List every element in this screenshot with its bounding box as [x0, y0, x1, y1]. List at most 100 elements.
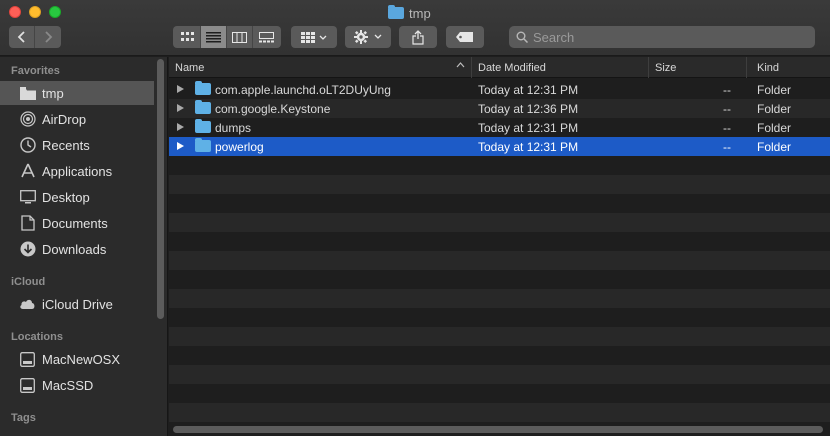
window-title: tmp	[388, 5, 431, 21]
file-kind: Folder	[757, 101, 792, 116]
disk-icon	[19, 351, 36, 368]
clock-icon	[19, 137, 36, 154]
sidebar-section-favorites: Favorites	[11, 65, 60, 77]
sidebar-item-downloads[interactable]: Downloads	[0, 237, 154, 261]
table-row[interactable]: com.google.Keystone Today at 12:36 PM --…	[169, 99, 830, 118]
column-size-label: Size	[655, 61, 677, 74]
sidebar-item-label: MacSSD	[42, 377, 94, 393]
empty-row	[169, 175, 830, 194]
empty-row	[169, 327, 830, 346]
sidebar-section-locations: Locations	[11, 331, 63, 343]
column-header-kind[interactable]: Kind	[747, 57, 830, 78]
empty-row	[169, 156, 830, 175]
column-kind-label: Kind	[757, 61, 780, 74]
file-name: com.google.Keystone	[215, 101, 331, 116]
sidebar-item-desktop[interactable]: Desktop	[0, 185, 154, 209]
sidebar-item-applications[interactable]: Applications	[0, 159, 154, 183]
action-menu-button[interactable]	[345, 26, 391, 48]
empty-row	[169, 213, 830, 232]
forward-button[interactable]	[35, 26, 61, 48]
folder-icon	[195, 138, 211, 152]
search-input[interactable]	[533, 29, 803, 45]
search-icon	[516, 31, 528, 43]
file-date: Today at 12:36 PM	[478, 101, 579, 116]
document-icon	[19, 215, 36, 232]
sidebar-item-label: Downloads	[42, 241, 107, 257]
folder-icon	[19, 85, 36, 102]
table-row[interactable]: com.apple.launchd.oLT2DUyUng Today at 12…	[169, 80, 830, 99]
list-view-icon	[206, 31, 221, 42]
file-date: Today at 12:31 PM	[478, 120, 579, 135]
horizontal-scrollbar[interactable]	[173, 426, 823, 433]
sidebar-item-label: Applications	[42, 163, 113, 179]
sidebar-item-airdrop[interactable]: AirDrop	[0, 107, 154, 131]
disclosure-triangle-icon[interactable]	[177, 142, 184, 150]
view-mode-control	[173, 26, 281, 48]
sidebar-item-tmp[interactable]: tmp	[0, 81, 154, 105]
column-header-name[interactable]: Name	[169, 57, 472, 78]
sidebar-item-label: iCloud Drive	[42, 296, 113, 312]
close-button[interactable]	[9, 6, 21, 18]
sidebar-scrollbar[interactable]	[157, 59, 164, 319]
file-kind: Folder	[757, 120, 792, 135]
file-date: Today at 12:31 PM	[478, 82, 579, 97]
column-view-button[interactable]	[227, 26, 253, 48]
search-field[interactable]	[509, 26, 815, 48]
edit-tags-button[interactable]	[446, 26, 484, 48]
icon-view-button[interactable]	[175, 26, 201, 48]
sidebar-item-label: Recents	[42, 137, 90, 153]
sidebar-section-tags: Tags	[11, 412, 36, 424]
zoom-button[interactable]	[49, 6, 61, 18]
empty-row	[169, 289, 830, 308]
disclosure-triangle-icon[interactable]	[177, 85, 184, 93]
sort-ascending-icon	[456, 62, 465, 68]
file-rows: com.apple.launchd.oLT2DUyUng Today at 12…	[169, 80, 830, 422]
disk-icon	[19, 377, 36, 394]
disclosure-triangle-icon[interactable]	[177, 123, 184, 131]
sidebar-item-macssd[interactable]: MacSSD	[0, 373, 154, 397]
table-row[interactable]: dumps Today at 12:31 PM -- Folder	[169, 118, 830, 137]
file-name: dumps	[215, 120, 252, 135]
column-name-label: Name	[175, 61, 205, 74]
disclosure-triangle-icon[interactable]	[177, 104, 184, 112]
chevron-left-icon	[17, 31, 25, 43]
file-list: Name Date Modified Size Kind com.apple.l…	[169, 57, 830, 436]
empty-row	[169, 403, 830, 422]
empty-row	[169, 232, 830, 251]
file-name: powerlog	[215, 139, 264, 154]
icon-view-icon	[180, 31, 194, 41]
minimize-button[interactable]	[29, 6, 41, 18]
sidebar-item-recents[interactable]: Recents	[0, 133, 154, 157]
tag-icon	[456, 32, 473, 42]
sidebar-item-documents[interactable]: Documents	[0, 211, 154, 235]
sidebar-item-label: tmp	[42, 85, 64, 101]
empty-row	[169, 270, 830, 289]
back-button[interactable]	[9, 26, 35, 48]
list-view-button[interactable]	[201, 26, 227, 48]
back-forward-control	[9, 26, 61, 48]
share-button[interactable]	[399, 26, 437, 48]
table-row-selected[interactable]: powerlog Today at 12:31 PM -- Folder	[169, 137, 830, 156]
empty-row	[169, 384, 830, 403]
sidebar-item-icloud-drive[interactable]: iCloud Drive	[0, 292, 154, 316]
applications-icon	[19, 163, 36, 180]
group-grid-icon	[301, 31, 327, 43]
cloud-icon	[19, 296, 36, 313]
column-header-size[interactable]: Size	[649, 57, 747, 78]
sidebar-item-label: MacNewOSX	[42, 351, 121, 367]
file-kind: Folder	[757, 139, 792, 154]
column-header-date-modified[interactable]: Date Modified	[472, 57, 649, 78]
share-icon	[412, 29, 424, 45]
file-size: --	[723, 120, 731, 135]
sidebar-item-label: Documents	[42, 215, 108, 231]
window-title-text: tmp	[409, 5, 431, 21]
empty-row	[169, 346, 830, 365]
airdrop-icon	[19, 111, 36, 128]
column-header: Name Date Modified Size Kind	[169, 57, 830, 78]
finder-window: tmp Search Favorites tmp AirDrop Recents…	[0, 0, 830, 436]
file-kind: Folder	[757, 82, 792, 97]
gallery-view-button[interactable]	[253, 26, 279, 48]
sidebar-item-label: Desktop	[42, 189, 90, 205]
sidebar-item-macnewosx[interactable]: MacNewOSX	[0, 347, 154, 371]
group-by-button[interactable]	[291, 26, 337, 48]
